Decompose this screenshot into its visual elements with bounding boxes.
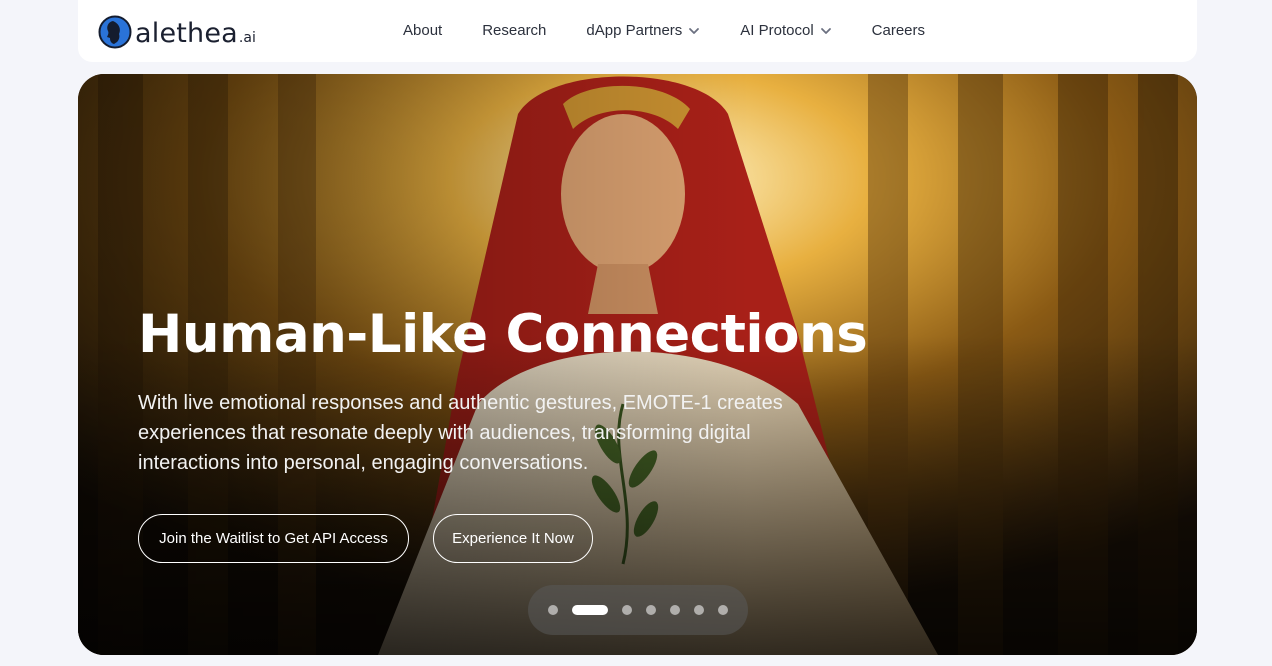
carousel-dot-4[interactable]: [646, 605, 656, 615]
experience-it-now-button[interactable]: Experience It Now: [433, 514, 593, 563]
join-waitlist-button[interactable]: Join the Waitlist to Get API Access: [138, 514, 409, 563]
nav-item-label: Research: [482, 21, 547, 39]
nav-item-dapp-partners[interactable]: dApp Partners: [586, 22, 700, 39]
hero-subtitle: With live emotional responses and authen…: [138, 392, 783, 474]
chevron-down-icon: [820, 24, 832, 36]
nav-item-research[interactable]: Research: [482, 22, 546, 39]
hero-title: Human-Like Connections: [138, 304, 868, 365]
carousel-dot-2[interactable]: [572, 605, 608, 615]
carousel-dot-6[interactable]: [694, 605, 704, 615]
nav-item-ai-protocol[interactable]: AI Protocol: [740, 22, 831, 39]
nav-item-label: About: [403, 21, 443, 39]
nav-item-careers[interactable]: Careers: [872, 22, 925, 39]
carousel-pagination: [528, 585, 748, 635]
carousel-dot-5[interactable]: [670, 605, 680, 615]
nav-item-label: Careers: [871, 21, 926, 39]
top-navbar: alethea .ai About Research dApp Partners…: [78, 0, 1197, 62]
brand-logo[interactable]: alethea .ai: [98, 14, 256, 50]
brand-name: alethea: [135, 17, 238, 49]
carousel-dot-3[interactable]: [622, 605, 632, 615]
carousel-dot-1[interactable]: [548, 605, 558, 615]
hero-banner: Human-Like Connections With live emotion…: [78, 74, 1197, 655]
nav-item-about[interactable]: About: [403, 22, 442, 39]
chevron-down-icon: [688, 24, 700, 36]
carousel-dot-7[interactable]: [718, 605, 728, 615]
main-nav: About Research dApp Partners AI Protocol…: [403, 18, 965, 42]
alethea-head-logo-icon: [98, 15, 132, 49]
nav-item-label: dApp Partners: [586, 21, 683, 39]
nav-item-label: AI Protocol: [740, 21, 814, 39]
brand-suffix: .ai: [238, 30, 256, 46]
